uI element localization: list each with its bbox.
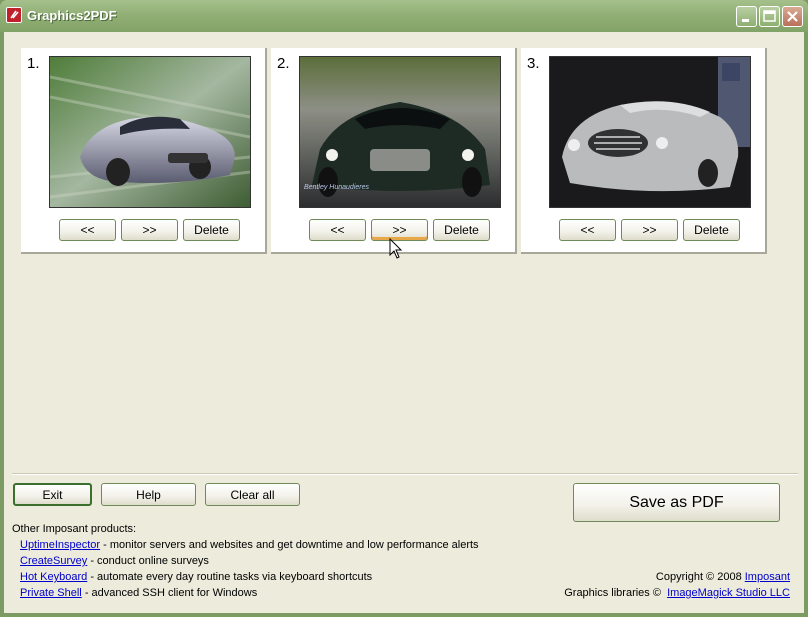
app-window: Graphics2PDF 1. << >> Delete 2. Bentley … [0,0,808,617]
panel-number: 3. [527,55,540,72]
close-icon [787,11,798,22]
car-image-3[interactable] [549,56,751,208]
products-heading: Other Imposant products: [12,523,137,535]
hot-keyboard-link[interactable]: Hot Keyboard [20,571,87,583]
pdf-app-icon [6,7,22,23]
image-caption: Bentley Hunaudieres [304,184,369,191]
delete-button-1[interactable]: Delete [183,219,240,241]
product-description: - advanced SSH client for Windows [81,587,258,599]
save-as-pdf-button[interactable]: Save as PDF [573,483,780,522]
graphics-libraries-line: Graphics libraries © ImageMagick Studio … [564,587,790,599]
prev-button-3[interactable]: << [559,219,616,241]
imagemagick-link[interactable]: ImageMagick Studio LLC [667,587,790,599]
mouse-pointer-icon [389,238,403,259]
copyright-line: Copyright © 2008 Imposant [656,571,790,583]
image-panel-2: 2. Bentley Hunaudieres << >> Delete [271,48,517,254]
imposant-link[interactable]: Imposant [745,571,790,583]
product-description: - conduct online surveys [87,555,209,567]
product-line: Private Shell - advanced SSH client for … [20,587,257,599]
clear-all-button[interactable]: Clear all [205,483,300,506]
help-button[interactable]: Help [101,483,196,506]
next-button-1[interactable]: >> [121,219,178,241]
private-shell-link[interactable]: Private Shell [20,587,82,599]
panel-number: 1. [27,55,40,72]
product-line: UptimeInspector - monitor servers and we… [20,539,479,551]
copyright-text: Copyright © 2008 [655,571,742,583]
close-button[interactable] [782,6,803,27]
product-line: CreateSurvey - conduct online surveys [20,555,209,567]
window-title: Graphics2PDF [27,8,117,23]
exit-button[interactable]: Exit [13,483,92,506]
graphics-libraries-text: Graphics libraries © [564,587,661,599]
maximize-icon [763,10,776,22]
delete-button-3[interactable]: Delete [683,219,740,241]
title-bar[interactable]: Graphics2PDF [0,0,808,32]
divider [12,473,798,475]
createsurvey-link[interactable]: CreateSurvey [20,555,87,567]
minimize-button[interactable] [736,6,757,27]
minimize-icon [742,19,749,22]
maximize-button[interactable] [759,6,780,27]
uptimeinspector-link[interactable]: UptimeInspector [20,539,100,551]
client-area: 1. << >> Delete 2. Bentley Hunaudieres <… [4,32,804,613]
next-button-3[interactable]: >> [621,219,678,241]
prev-button-2[interactable]: << [309,219,366,241]
car-image-2[interactable]: Bentley Hunaudieres [299,56,501,208]
image-panel-1: 1. << >> Delete [21,48,267,254]
panel-number: 2. [277,55,290,72]
delete-button-2[interactable]: Delete [433,219,490,241]
product-description: - monitor servers and websites and get d… [100,539,479,551]
prev-button-1[interactable]: << [59,219,116,241]
image-panel-3: 3. << >> Delete [521,48,767,254]
product-line: Hot Keyboard - automate every day routin… [20,571,372,583]
car-image-1[interactable] [49,56,251,208]
product-description: - automate every day routine tasks via k… [87,571,373,583]
